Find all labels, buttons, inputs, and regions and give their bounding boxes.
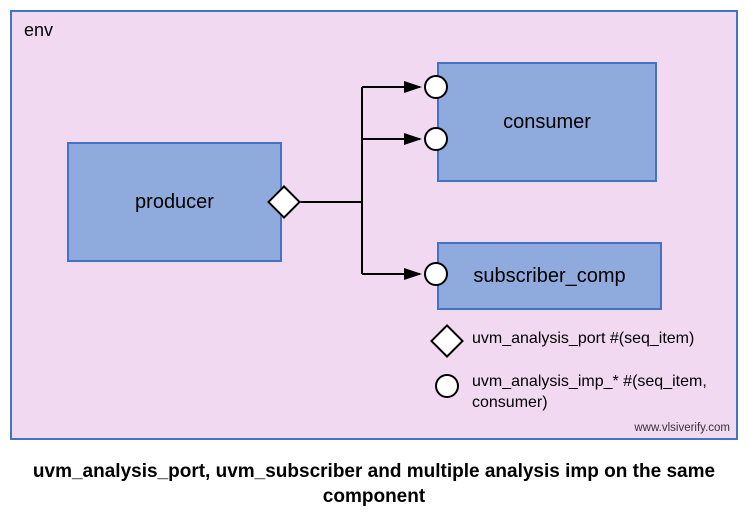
producer-label: producer (135, 191, 214, 214)
analysis-imp-icon (424, 262, 448, 286)
legend-diamond-icon (430, 324, 464, 358)
consumer-box: consumer (437, 62, 657, 182)
watermark: www.vlsiverify.com (634, 422, 730, 434)
legend-port-text: uvm_analysis_port #(seq_item) (472, 330, 694, 348)
subscriber-label: subscriber_comp (473, 265, 625, 288)
producer-box: producer (67, 142, 282, 262)
analysis-imp-icon (424, 127, 448, 151)
env-label: env (24, 20, 53, 41)
legend-imp-text: uvm_analysis_imp_* #(seq_item, consumer) (472, 372, 722, 414)
caption: uvm_analysis_port, uvm_subscriber and mu… (0, 459, 748, 510)
consumer-label: consumer (503, 111, 591, 134)
env-container: env producer consumer subscriber_comp uv… (10, 10, 738, 440)
subscriber-box: subscriber_comp (437, 242, 662, 310)
legend-circle-icon (435, 374, 459, 398)
analysis-imp-icon (424, 75, 448, 99)
